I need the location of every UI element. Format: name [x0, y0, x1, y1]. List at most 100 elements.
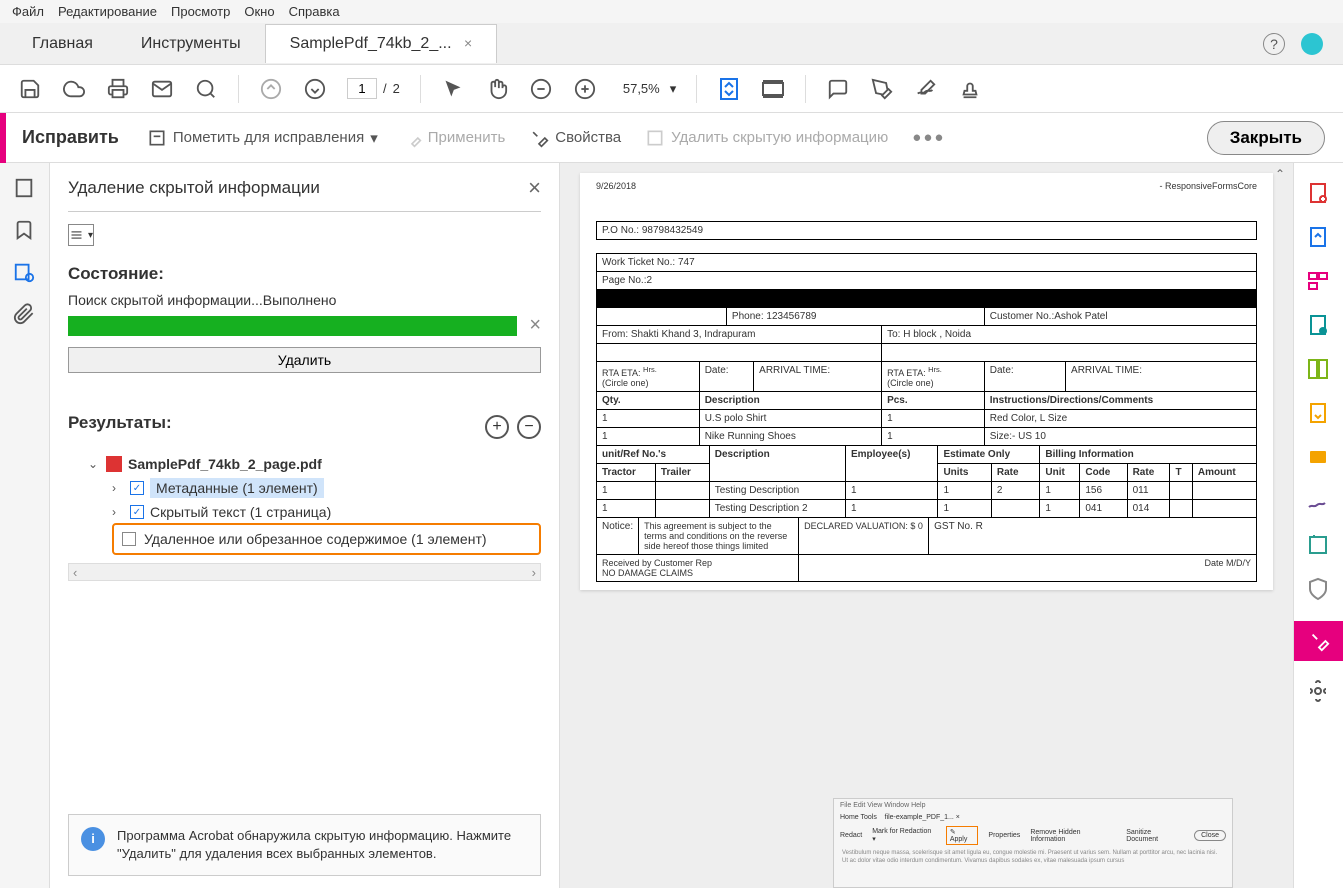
mail-icon[interactable] [150, 77, 174, 101]
stamp-icon[interactable] [958, 77, 982, 101]
zoom-selector[interactable]: 57,5% ▾ [617, 79, 676, 98]
fit-icon[interactable] [717, 77, 741, 101]
page-navigator: / 2 [347, 78, 400, 99]
edit-pdf-icon[interactable] [1306, 313, 1332, 339]
tab-close-icon[interactable]: × [464, 35, 472, 51]
pdf-file-icon [106, 456, 122, 472]
right-rail [1293, 163, 1343, 888]
tree-hiddentext-row[interactable]: › ✓ Скрытый текст (1 страница) [68, 501, 541, 523]
options-dropdown-icon[interactable]: ▾ [68, 224, 94, 246]
export-pdf-icon[interactable] [1306, 225, 1332, 251]
remove-hidden-button: Удалить скрытую информацию [633, 128, 900, 148]
progress-bar [68, 316, 517, 336]
to-addr: To: H block , Noida [882, 326, 1257, 344]
panel-title: Удаление скрытой информации [68, 178, 320, 198]
note-icon[interactable] [1306, 445, 1332, 471]
highlight-icon[interactable] [870, 77, 894, 101]
tree-file-name: SamplePdf_74kb_2_page.pdf [128, 456, 322, 472]
po-number: P.O No.: 98798432549 [597, 222, 1257, 240]
redact-toolbar: Исправить Пометить для исправления ▾ При… [0, 113, 1343, 163]
sign-tool-icon[interactable] [1306, 489, 1332, 515]
print-icon[interactable] [106, 77, 130, 101]
save-icon[interactable] [18, 77, 42, 101]
create-pdf-icon[interactable] [1306, 181, 1332, 207]
settings-icon[interactable] [1306, 679, 1332, 705]
expand-all-icon[interactable]: + [485, 415, 509, 439]
chevron-right-icon[interactable]: › [112, 505, 124, 519]
phone: Phone: 123456789 [726, 308, 984, 326]
menu-edit[interactable]: Редактирование [58, 4, 157, 19]
panel-close-icon[interactable]: × [528, 175, 541, 201]
results-tree: ⌄ SamplePdf_74kb_2_page.pdf › ✓ Метаданн… [68, 453, 541, 555]
preview-overlay: File Edit View Window Help Home Tools fi… [833, 798, 1233, 888]
chevron-down-icon: ▾ [670, 81, 677, 97]
chevron-right-icon[interactable]: › [112, 481, 124, 495]
tree-metadata-row[interactable]: › ✓ Метаданные (1 элемент) [68, 475, 541, 501]
more-icon[interactable]: ●●● [900, 129, 957, 146]
pointer-icon[interactable] [441, 77, 465, 101]
doc-source: - ResponsiveFormsCore [1159, 181, 1257, 191]
page-no: Page No.:2 [597, 272, 1257, 290]
tree-clipped-row[interactable]: Удаленное или обрезанное содержимое (1 э… [112, 523, 541, 555]
zoom-in-icon[interactable] [573, 77, 597, 101]
main-toolbar: / 2 57,5% ▾ [0, 65, 1343, 113]
tab-document-label: SamplePdf_74kb_2_... [290, 35, 452, 52]
menu-file[interactable]: Файл [12, 4, 44, 19]
info-message: i Программа Acrobat обнаружила скрытую и… [68, 814, 541, 876]
menu-help[interactable]: Справка [289, 4, 340, 19]
status-label: Состояние: [68, 264, 541, 284]
optimize-icon[interactable] [1306, 533, 1332, 559]
collapse-all-icon[interactable]: − [517, 415, 541, 439]
tab-document[interactable]: SamplePdf_74kb_2_... × [265, 24, 498, 63]
page-down-icon[interactable] [303, 77, 327, 101]
checkbox-unchecked-icon[interactable] [122, 532, 136, 546]
scroll-up-icon[interactable]: ⌃ [1275, 167, 1289, 181]
document-viewport[interactable]: ⌃ 9/26/2018 - ResponsiveFormsCore P.O No… [560, 163, 1293, 888]
zoom-out-icon[interactable] [529, 77, 553, 101]
from-addr: From: Shakti Khand 3, Indrapuram [597, 326, 882, 344]
delete-button[interactable]: Удалить [68, 347, 541, 373]
checkbox-checked-icon[interactable]: ✓ [130, 481, 144, 495]
share-icon[interactable] [1306, 401, 1332, 427]
panel-scrollbar[interactable]: ‹› [68, 563, 541, 581]
width-icon[interactable] [761, 77, 785, 101]
search-icon[interactable] [194, 77, 218, 101]
tab-home[interactable]: Главная [8, 25, 117, 63]
cancel-search-icon[interactable]: × [529, 314, 541, 337]
pdf-page: 9/26/2018 - ResponsiveFormsCore P.O No.:… [580, 173, 1273, 590]
bookmark-icon[interactable] [13, 219, 37, 243]
tree-file-row[interactable]: ⌄ SamplePdf_74kb_2_page.pdf [68, 453, 541, 475]
combine-icon[interactable] [1306, 357, 1332, 383]
checkbox-checked-icon[interactable]: ✓ [130, 505, 144, 519]
organize-icon[interactable] [1306, 269, 1332, 295]
properties-button[interactable]: Свойства [517, 128, 633, 148]
results-label: Результаты: [68, 413, 172, 433]
redaction-panel-icon[interactable] [13, 261, 37, 285]
mark-redaction-button[interactable]: Пометить для исправления ▾ [135, 128, 390, 148]
menu-window[interactable]: Окно [244, 4, 274, 19]
zoom-value: 57,5% [617, 79, 666, 98]
redact-tool-icon[interactable] [1294, 621, 1343, 661]
info-text: Программа Acrobat обнаружила скрытую инф… [117, 827, 528, 863]
hidden-info-panel: Удаление скрытой информации × ▾ Состояни… [50, 163, 560, 888]
hand-icon[interactable] [485, 77, 509, 101]
hiddentext-label: Скрытый текст (1 страница) [150, 504, 331, 520]
user-avatar[interactable] [1301, 33, 1323, 55]
redacted-cell [984, 290, 1256, 308]
tab-tools[interactable]: Инструменты [117, 25, 265, 63]
close-button[interactable]: Закрыть [1207, 121, 1325, 155]
protect-icon[interactable] [1306, 577, 1332, 603]
page-up-icon[interactable] [259, 77, 283, 101]
chevron-down-icon[interactable]: ⌄ [88, 457, 100, 471]
info-icon: i [81, 827, 105, 851]
metadata-label: Метаданные (1 элемент) [150, 478, 324, 498]
help-icon[interactable]: ? [1263, 33, 1285, 55]
attachment-icon[interactable] [13, 303, 37, 327]
menu-view[interactable]: Просмотр [171, 4, 230, 19]
sign-icon[interactable] [914, 77, 938, 101]
page-current-input[interactable] [347, 78, 377, 99]
cloud-icon[interactable] [62, 77, 86, 101]
thumbnails-icon[interactable] [13, 177, 37, 201]
comment-icon[interactable] [826, 77, 850, 101]
customer: Customer No.:Ashok Patel [984, 308, 1256, 326]
